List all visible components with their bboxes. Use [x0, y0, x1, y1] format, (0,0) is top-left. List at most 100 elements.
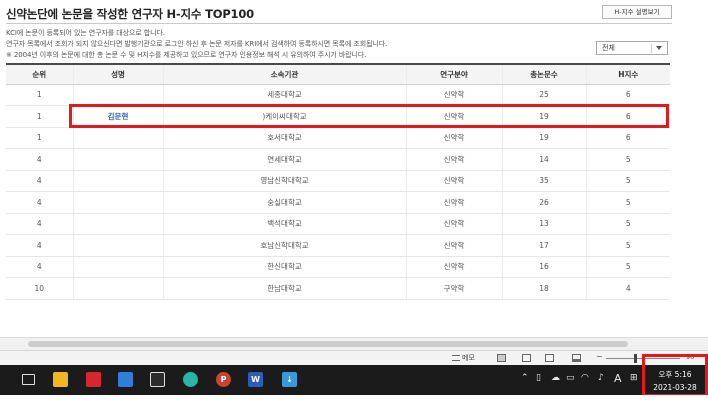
- table-row: 10 한남대학교 구약학 18 4: [6, 277, 670, 300]
- cell-total-papers: 16: [501, 256, 586, 278]
- cell-field: 신약학: [405, 213, 502, 235]
- cell-name[interactable]: [72, 148, 163, 171]
- table-row: 4 숭실대학교 신약학 26 5: [6, 191, 670, 214]
- presentation-view-icon[interactable]: [572, 354, 581, 362]
- cell-total-papers: 25: [501, 84, 586, 106]
- ime-indicator[interactable]: A: [614, 372, 622, 385]
- cell-field: 신약학: [405, 191, 502, 214]
- cloud-icon[interactable]: ☁: [551, 373, 560, 383]
- table-header-row: 순위 성명 소속기관 연구분야 총논문수 H지수: [6, 63, 670, 85]
- bottom-margin: [0, 395, 708, 401]
- cell-rank: 4: [6, 148, 73, 171]
- cell-name[interactable]: [72, 170, 163, 192]
- table-row: 4 영남신학대학교 신약학 35 5: [6, 170, 670, 192]
- filter-selected-value: 전체: [602, 44, 615, 52]
- powerpoint-icon[interactable]: P: [216, 372, 231, 387]
- word-icon[interactable]: W: [248, 372, 263, 387]
- grid-view-icon[interactable]: [522, 354, 531, 362]
- table-row: 4 한신대학교 신약학 16 5: [6, 256, 670, 278]
- cell-field: 신약학: [405, 234, 502, 257]
- cell-rank: 4: [6, 170, 73, 192]
- col-header-total-papers: 총논문수: [501, 63, 586, 85]
- cell-affiliation: 숭실대학교: [162, 191, 406, 214]
- field-filter-select[interactable]: 전체: [596, 41, 668, 55]
- cell-field: 신약학: [405, 148, 502, 171]
- cell-name[interactable]: [72, 84, 163, 106]
- cell-field: 신약학: [405, 256, 502, 278]
- cell-rank: 1: [6, 84, 73, 106]
- task-view-icon[interactable]: [22, 374, 35, 385]
- col-header-name: 성명: [72, 63, 163, 85]
- cell-affiliation: 한신대학교: [162, 256, 406, 278]
- cell-total-papers: 14: [501, 148, 586, 171]
- cell-rank: 10: [6, 277, 73, 300]
- normal-view-icon[interactable]: [497, 354, 506, 362]
- cell-rank: 1: [6, 105, 73, 128]
- table-row: 4 연세대학교 신약학 14 5: [6, 148, 670, 171]
- cell-hindex: 5: [585, 234, 670, 257]
- cell-hindex: 4: [585, 277, 670, 300]
- table-row: 4 호남신학대학교 신약학 17 5: [6, 234, 670, 257]
- cell-field: 신약학: [405, 170, 502, 192]
- cell-total-papers: 35: [501, 170, 586, 192]
- file-explorer-icon[interactable]: [53, 372, 68, 387]
- filter-divider: [651, 44, 652, 53]
- gift-app-icon[interactable]: [86, 372, 101, 387]
- battery-icon[interactable]: ▭: [566, 373, 575, 383]
- notice-line-3: ※ 2004년 이후의 논문에 대한 총 논문 수 및 H지수를 제공하고 있으…: [6, 51, 367, 59]
- cell-rank: 4: [6, 213, 73, 235]
- row-highlight-box: [69, 104, 669, 128]
- download-app-icon[interactable]: ↓: [282, 372, 297, 387]
- zoom-slider-thumb[interactable]: [634, 354, 637, 363]
- cell-affiliation: 연세대학교: [162, 148, 406, 171]
- input-grid-icon[interactable]: ⊞: [630, 373, 638, 383]
- memo-button[interactable]: 메모: [452, 353, 475, 363]
- cell-name[interactable]: [72, 127, 163, 149]
- app-icon[interactable]: [183, 372, 198, 387]
- cell-total-papers: 18: [501, 277, 586, 300]
- cell-hindex: 6: [585, 127, 670, 149]
- cell-name[interactable]: [72, 213, 163, 235]
- col-header-rank: 순위: [6, 63, 73, 85]
- cell-field: 신약학: [405, 84, 502, 106]
- cell-name[interactable]: [72, 256, 163, 278]
- title-divider: [6, 23, 672, 24]
- device-icon[interactable]: ▯: [536, 373, 541, 383]
- viewer-statusbar: 메모 − 90: [0, 350, 708, 365]
- cell-field: 신약학: [405, 127, 502, 149]
- cell-name[interactable]: [72, 191, 163, 214]
- cell-name[interactable]: [72, 234, 163, 257]
- page-title: 신약논단에 논문을 작성한 연구자 H-지수 TOP100: [6, 7, 254, 21]
- cell-name[interactable]: [72, 277, 163, 300]
- volume-icon[interactable]: ♪: [598, 373, 604, 383]
- col-header-field: 연구분야: [405, 63, 502, 85]
- windows-taskbar: P W ↓ ⌃ ▯ ☁ ▭ ◠ ♪ A ⊞ 오후 5:16 2021-03-28: [0, 365, 708, 395]
- chevron-down-icon[interactable]: [656, 46, 662, 50]
- cell-total-papers: 26: [501, 191, 586, 214]
- cell-rank: 1: [6, 127, 73, 149]
- cell-affiliation: 영남신학대학교: [162, 170, 406, 192]
- col-header-hindex: H지수: [585, 63, 670, 85]
- notice-line-2: 연구자 목록에서 조회가 되지 않으신다면 발행기관으로 로그인 하신 후 논문…: [6, 40, 388, 48]
- horizontal-scrollbar[interactable]: [0, 337, 708, 350]
- zoom-out-icon[interactable]: −: [596, 352, 603, 361]
- cell-affiliation: 호서대학교: [162, 127, 406, 149]
- wifi-icon[interactable]: ◠: [581, 373, 589, 383]
- cell-hindex: 6: [585, 84, 670, 106]
- col-header-affiliation: 소속기관: [162, 63, 406, 85]
- show-hidden-icons-icon[interactable]: ⌃: [521, 373, 529, 383]
- cell-affiliation: 백석대학교: [162, 213, 406, 235]
- page-view-icon[interactable]: [545, 354, 554, 362]
- mail-icon[interactable]: [118, 372, 133, 387]
- notice-line-1: KCI에 논문이 등록되어 있는 연구자를 대상으로 합니다.: [6, 29, 165, 37]
- table-row: 1 호서대학교 신약학 19 6: [6, 127, 670, 149]
- cell-rank: 4: [6, 234, 73, 257]
- cell-total-papers: 19: [501, 127, 586, 149]
- cell-field: 구약학: [405, 277, 502, 300]
- hindex-ranking-table: 순위 성명 소속기관 연구분야 총논문수 H지수 1 세종대학교 신약학 25 …: [6, 63, 670, 300]
- scrollbar-thumb[interactable]: [28, 341, 628, 347]
- cell-rank: 4: [6, 256, 73, 278]
- cell-affiliation: 한남대학교: [162, 277, 406, 300]
- hindex-info-button[interactable]: H-지수 설명보기: [602, 5, 672, 19]
- store-icon[interactable]: [150, 372, 165, 387]
